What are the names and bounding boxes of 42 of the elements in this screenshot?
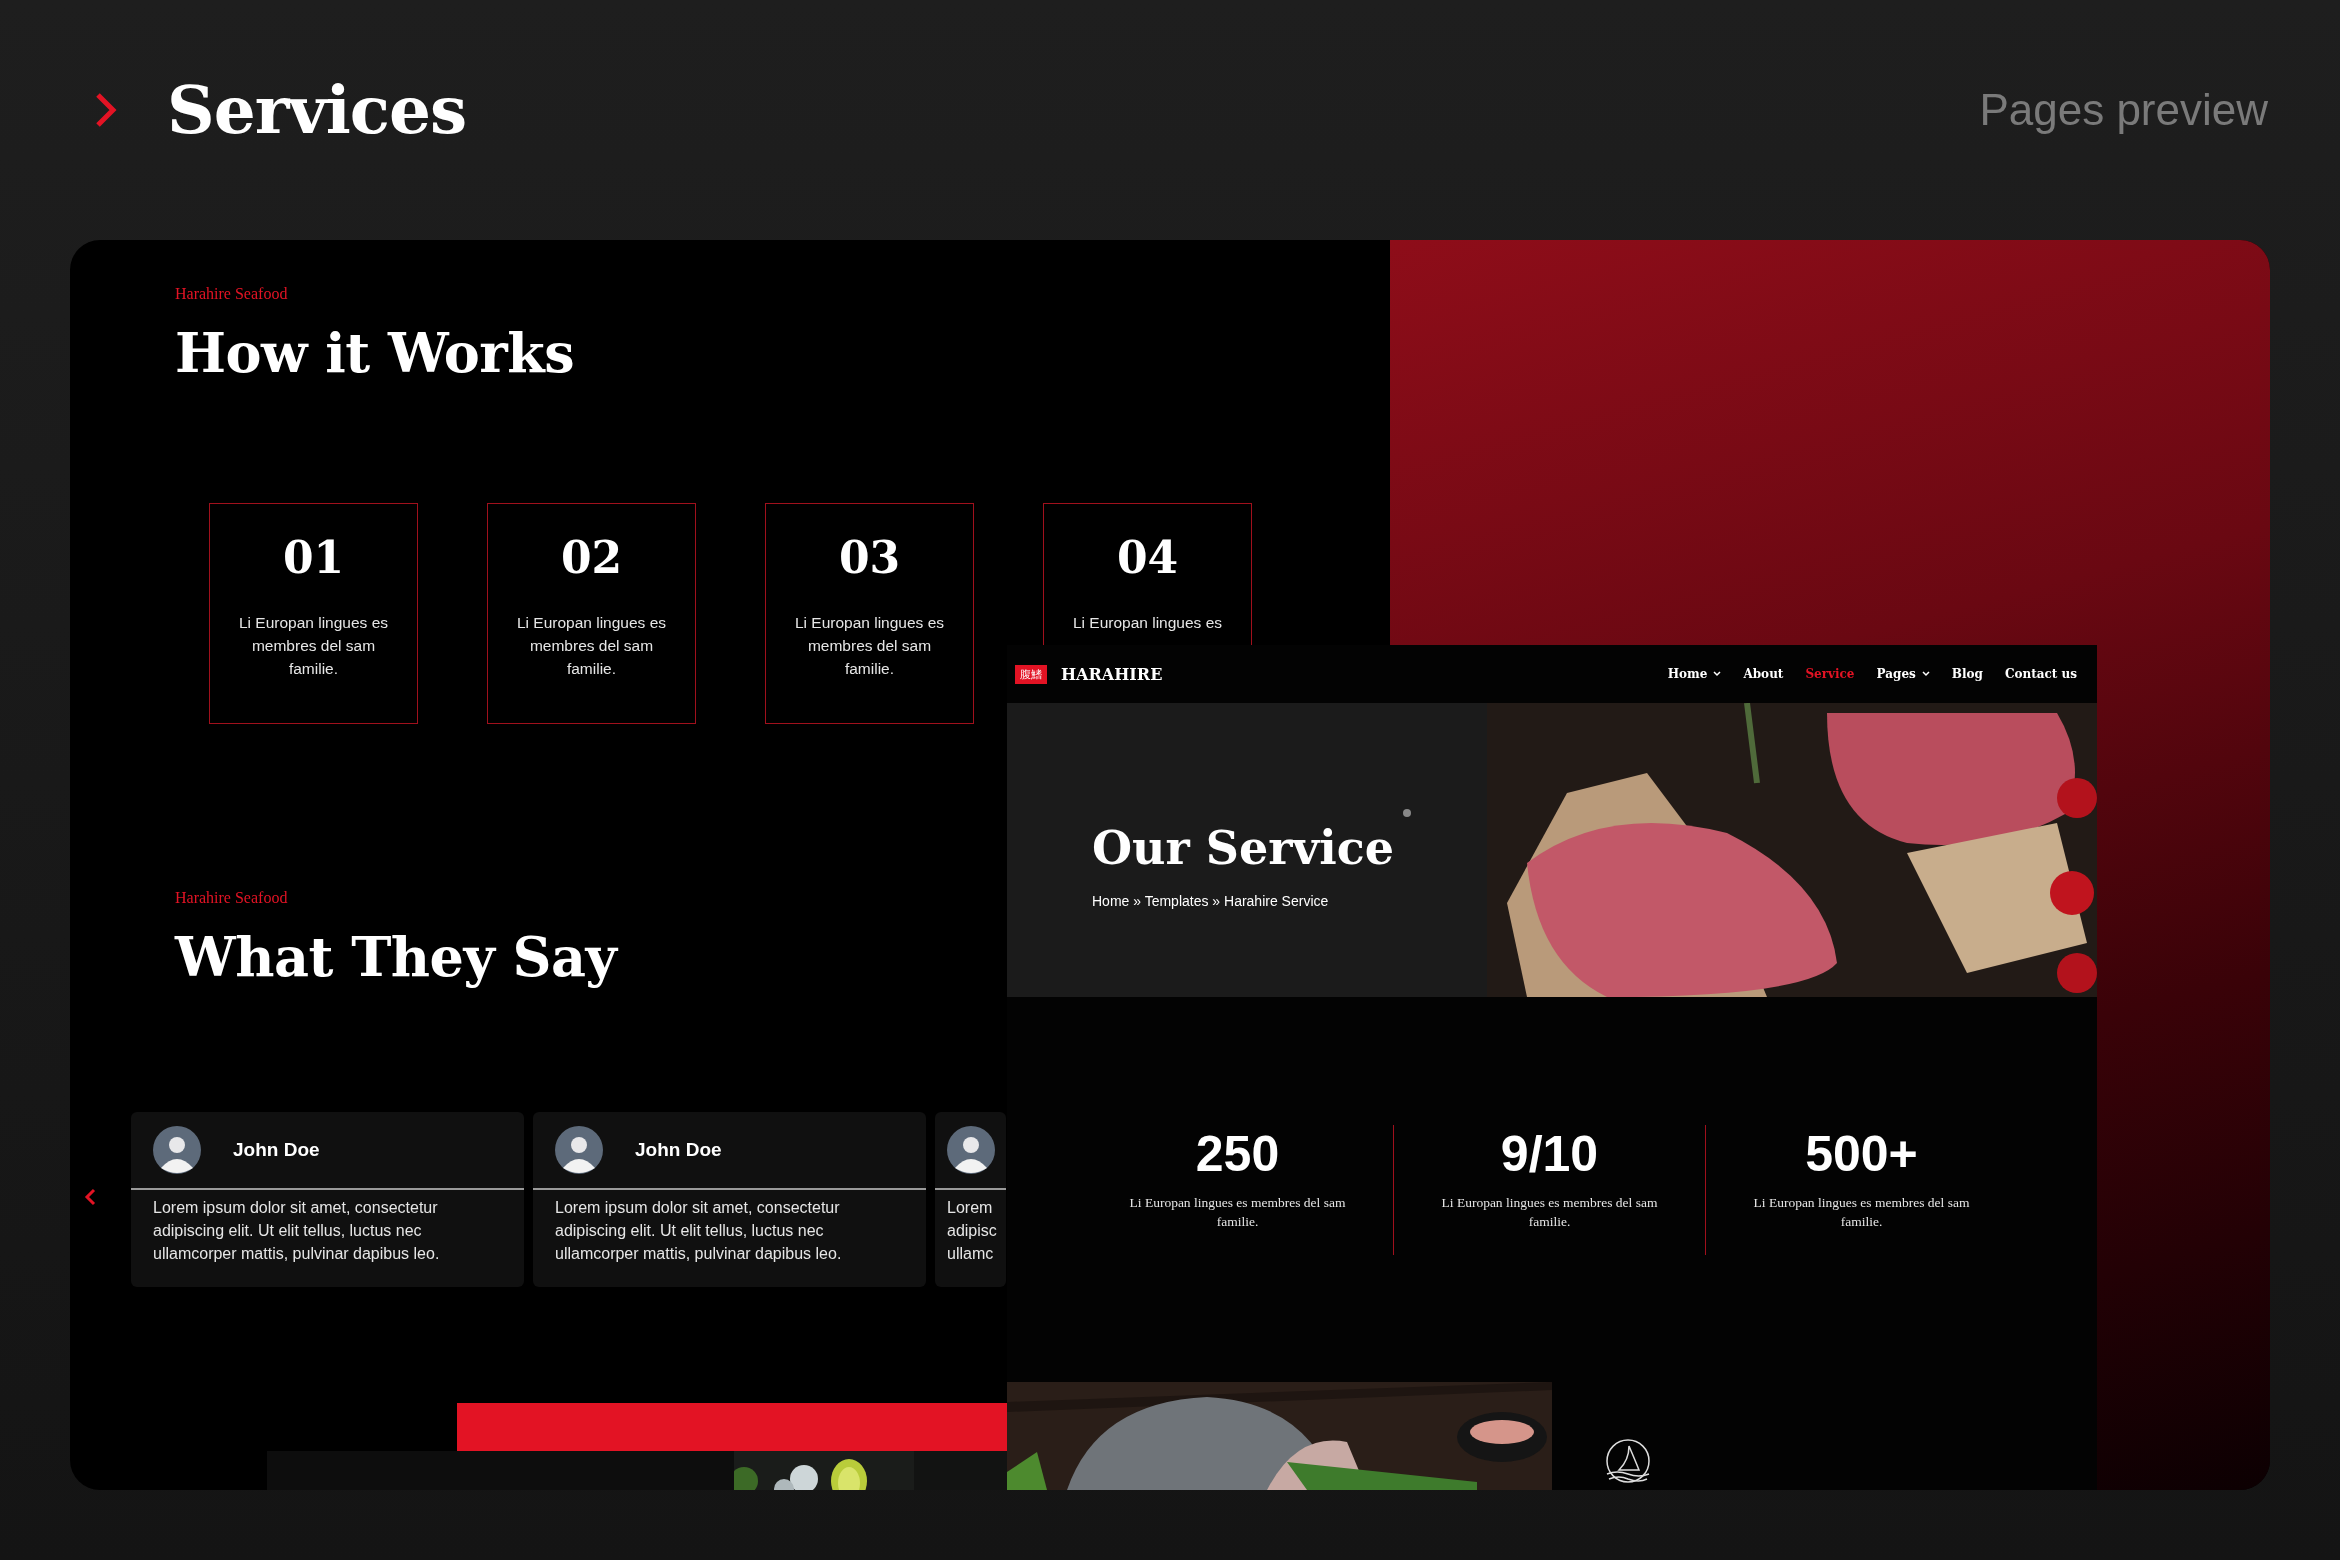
section-title: How it Works [175, 321, 575, 385]
step-number: 03 [838, 532, 901, 583]
nav-link[interactable]: About [1743, 667, 1784, 681]
caret-icon [1921, 671, 1930, 677]
section-eyebrow: Harahire Seafood [175, 285, 288, 303]
caret-icon [1713, 671, 1722, 677]
section-eyebrow: Harahire Seafood [175, 889, 288, 907]
testimonial-text: Lorem ipsum dolor sit amet, consectetur adipiscing elit. Ut elit tellus, luctus nec ullamcorper mattis, pulvinar dapibus leo. [554, 1198, 843, 1264]
hero-title: Our Service [1092, 821, 1394, 875]
testimonial-text: Lorem ipsum dolor sit amet, consectetur adipiscing elit. Ut elit tellus, luctus nec ullamcorper mattis, pulvinar dapibus leo. [152, 1198, 441, 1264]
avatar-icon [153, 1126, 201, 1174]
nav-link[interactable]: Blog [1951, 667, 1983, 681]
stat-caption: Li Europan lingues es membres del sam familie. [1128, 1194, 1347, 1231]
step-text: Li Europan lingues es membres del sam familie. [515, 613, 668, 679]
step-number: 01 [282, 532, 345, 583]
step-number: 04 [1116, 532, 1179, 583]
avatar-icon [555, 1126, 603, 1174]
reviewer-name: John Doe [635, 1139, 722, 1161]
stat-value: 9/10 [1500, 1125, 1599, 1183]
avatar-icon [947, 1126, 995, 1174]
nav-link[interactable]: Pages [1876, 667, 1930, 681]
reviewer-name: John Doe [233, 1139, 320, 1161]
page-title: Services [167, 71, 467, 149]
nav-link[interactable]: Home [1667, 667, 1722, 681]
step-text: Li Europan lingues es membres del sam familie. [237, 613, 390, 679]
stat-value: 500+ [1805, 1125, 1918, 1183]
brand-name: HARAHIRE [1061, 664, 1163, 684]
breadcrumb: Home » Templates » Harahire Service [1092, 893, 1330, 909]
stat-value: 250 [1195, 1125, 1280, 1183]
step-text: Li Europan lingues es membres del sam familie. [793, 613, 946, 679]
step-text: Li Europan lingues es [1071, 613, 1224, 633]
section-title: What They Say [175, 925, 617, 989]
stat-caption: Li Europan lingues es membres del sam familie. [1752, 1194, 1971, 1231]
chevron-left-icon[interactable] [84, 1188, 96, 1206]
step-number: 02 [560, 532, 623, 583]
testimonial-text: Lorem adipisc ullamc [947, 1198, 998, 1264]
chevron-right-icon [95, 92, 117, 128]
nav-link[interactable]: Service [1805, 667, 1855, 681]
pages-preview-label: Pages preview [1979, 85, 2268, 135]
stat-caption: Li Europan lingues es membres del sam familie. [1440, 1194, 1659, 1231]
logo-badge: 腹鰭 [1015, 664, 1047, 684]
nav-link[interactable]: Contact us [2004, 667, 2077, 681]
